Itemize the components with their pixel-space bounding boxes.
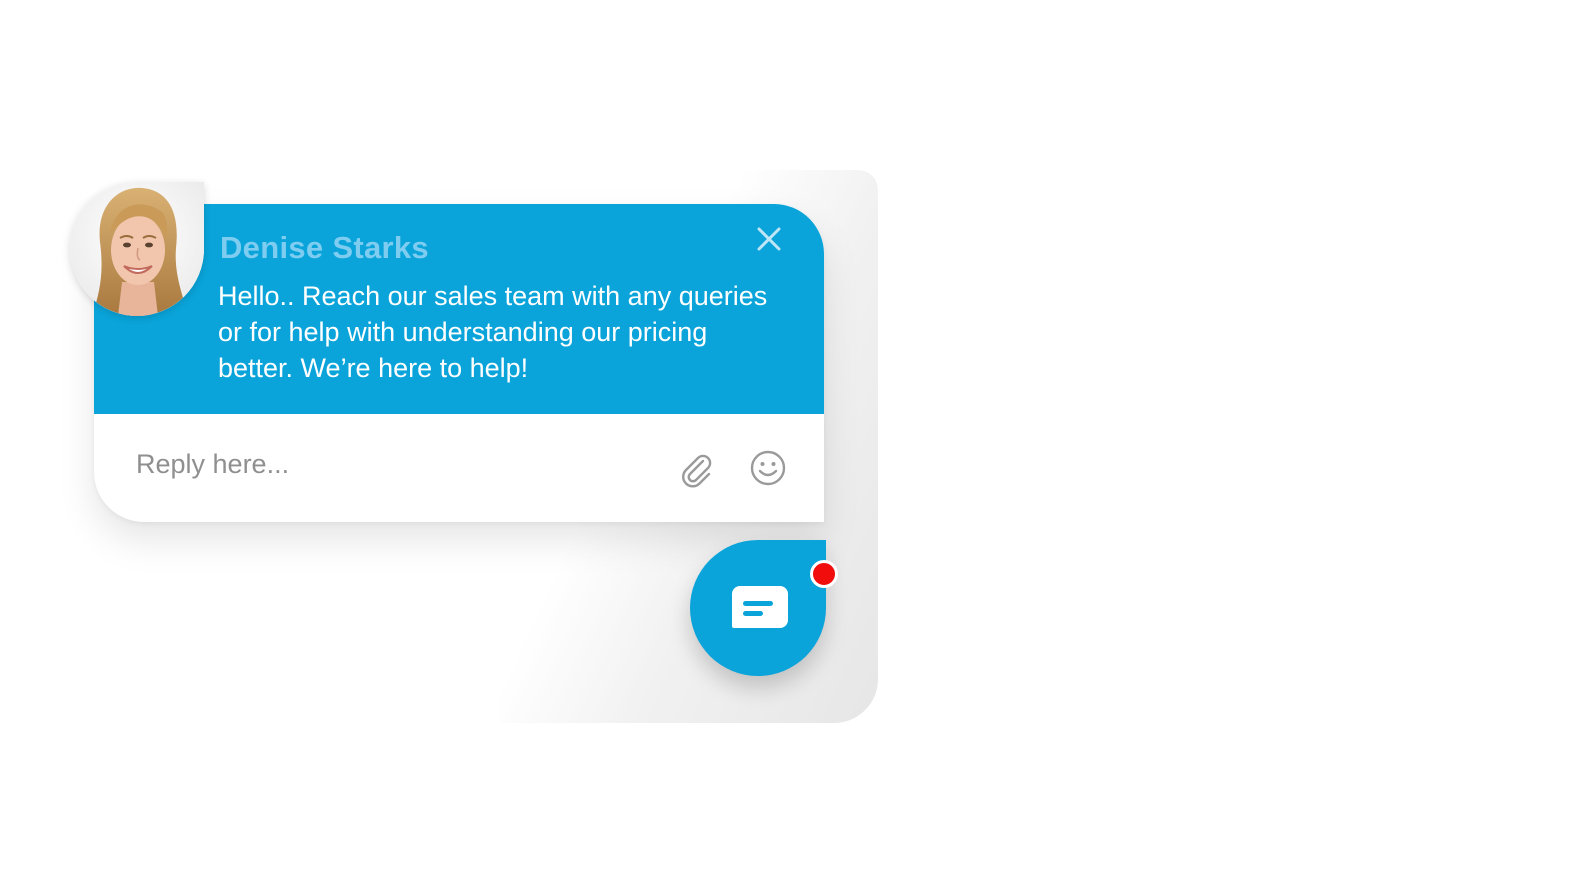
paperclip-icon — [682, 454, 712, 488]
agent-message: Hello.. Reach our sales team with any qu… — [218, 281, 768, 383]
smiley-icon — [750, 450, 786, 486]
chat-bubble-icon — [732, 586, 788, 628]
close-button[interactable] — [754, 224, 784, 254]
reply-input[interactable] — [136, 444, 636, 484]
agent-name: Denise Starks — [220, 230, 429, 265]
avatar-photo — [70, 182, 204, 316]
emoji-button[interactable] — [748, 448, 788, 488]
agent-avatar — [70, 182, 204, 316]
close-icon — [757, 227, 781, 251]
notification-badge — [810, 560, 838, 588]
attach-button[interactable] — [676, 448, 716, 488]
chat-launcher-button[interactable] — [690, 540, 826, 676]
page: Denise Starks Hello.. Reach our sales te… — [0, 0, 1580, 876]
